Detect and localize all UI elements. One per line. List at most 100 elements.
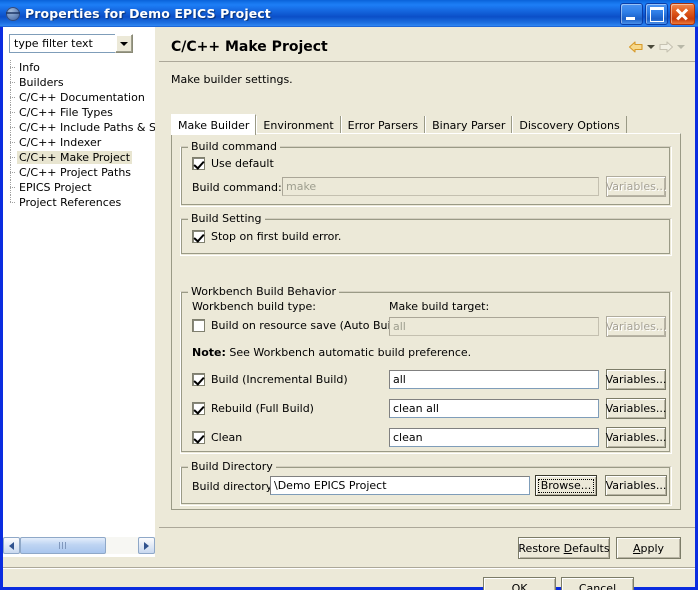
- clean-target-value: clean: [393, 431, 423, 444]
- cancel-button[interactable]: Cancel: [561, 577, 634, 590]
- tab-strip: Make Builder Environment Error Parsers Bina…: [171, 114, 681, 135]
- use-default-checkbox[interactable]: [192, 157, 205, 170]
- sidebar-item-builders[interactable]: Builders: [3, 75, 155, 90]
- tab-environment[interactable]: Environment: [256, 116, 341, 134]
- sidebar-item-c-c-include-paths-s[interactable]: C/C++ Include Paths & S·: [3, 120, 155, 135]
- minimize-button[interactable]: [620, 2, 643, 25]
- workbench-build-type-label: Workbench build type:: [192, 300, 316, 313]
- sidebar-item-project-references[interactable]: Project References: [3, 195, 155, 210]
- tab-label: Binary Parser: [432, 118, 506, 132]
- sidebar-item-c-c-make-project[interactable]: C/C++ Make Project: [3, 150, 155, 165]
- dialog-client-area: type filter text Info Builders C/C++ Docum…: [3, 27, 695, 590]
- properties-dialog-window: Properties for Demo EPICS Project type f…: [0, 0, 698, 590]
- tree-horizontal-scrollbar[interactable]: [3, 537, 155, 554]
- restore-defaults-button[interactable]: Restore Defaults: [518, 537, 610, 559]
- auto-build-variables-button: Variables...: [606, 316, 666, 337]
- rebuild-full-build-label: Rebuild (Full Build): [211, 402, 314, 415]
- build-incremental-build-target-input[interactable]: all: [389, 370, 599, 389]
- auto-build-checkbox[interactable]: [192, 319, 205, 332]
- sidebar-item-label: EPICS Project: [19, 181, 92, 194]
- build-incremental-build-checkbox[interactable]: [192, 373, 205, 386]
- build-incremental-build-label: Build (Incremental Build): [211, 373, 348, 386]
- scroll-right-arrow-icon[interactable]: [138, 537, 155, 554]
- stop-on-error-label: Stop on first build error.: [211, 230, 342, 243]
- page-description: Make builder settings.: [171, 73, 293, 86]
- rebuild-full-build-checkbox-row[interactable]: Rebuild (Full Build): [192, 402, 314, 415]
- build-directory-label: Build directory:: [192, 480, 276, 493]
- clean-checkbox[interactable]: [192, 431, 205, 444]
- sidebar-item-c-c-file-types[interactable]: C/C++ File Types: [3, 105, 155, 120]
- back-dropdown-icon[interactable]: [647, 45, 655, 49]
- build-directory-variables-label: Variables...: [605, 479, 667, 492]
- auto-build-checkbox-row[interactable]: Build on resource save (Auto Build): [192, 319, 405, 332]
- clean-checkbox-row[interactable]: Clean: [192, 431, 242, 444]
- page-header: C/C++ Make Project: [159, 33, 695, 61]
- stop-on-error-checkbox[interactable]: [192, 230, 205, 243]
- tab-label: Make Builder: [178, 118, 250, 132]
- auto-build-target-input: all: [389, 317, 599, 336]
- tab-discovery-options[interactable]: Discovery Options: [512, 116, 627, 134]
- build-command-input: make: [282, 177, 599, 196]
- settings-tree[interactable]: Info Builders C/C++ Documentation C/C++ Fil…: [3, 60, 155, 530]
- workbench-build-behavior-group: Workbench Build Behavior Workbench build…: [180, 285, 672, 454]
- browse-button-label: Browse...: [537, 478, 595, 493]
- tree-dash: [10, 82, 15, 83]
- window-title: Properties for Demo EPICS Project: [25, 6, 271, 21]
- scrollbar-track[interactable]: [20, 537, 138, 554]
- build-setting-group-title: Build Setting: [188, 212, 265, 225]
- sidebar-item-epics-project[interactable]: EPICS Project: [3, 180, 155, 195]
- ok-button[interactable]: OK: [483, 577, 556, 590]
- tab-error-parsers[interactable]: Error Parsers: [340, 116, 426, 134]
- auto-build-label: Build on resource save (Auto Build): [211, 319, 405, 332]
- clean-target-input[interactable]: clean: [389, 428, 599, 447]
- window-controls: [620, 2, 695, 25]
- footer-divider-top: [159, 527, 695, 528]
- ok-button-label: OK: [511, 581, 528, 590]
- build-directory-input-value: \Demo EPICS Project: [274, 479, 387, 492]
- rebuild-full-build-variables-button[interactable]: Variables...: [606, 398, 666, 419]
- cancel-button-label: Cancel: [578, 581, 617, 590]
- sidebar-item-c-c-project-paths[interactable]: C/C++ Project Paths: [3, 165, 155, 180]
- scrollbar-thumb[interactable]: [20, 537, 106, 554]
- tree-dash: [10, 172, 15, 173]
- build-incremental-build-variables-button[interactable]: Variables...: [606, 369, 666, 390]
- rebuild-full-build-checkbox[interactable]: [192, 402, 205, 415]
- filter-dropdown-button[interactable]: [115, 34, 133, 53]
- sidebar-item-label: Info: [19, 61, 40, 74]
- clean-variables-button[interactable]: Variables...: [606, 427, 666, 448]
- sidebar-item-info[interactable]: Info: [3, 60, 155, 75]
- browse-button[interactable]: Browse...: [535, 475, 597, 496]
- tree-dash: [10, 202, 15, 203]
- build-directory-input[interactable]: \Demo EPICS Project: [270, 476, 530, 495]
- globe-icon: [5, 6, 21, 22]
- make-build-target-label: Make build target:: [389, 300, 490, 313]
- scroll-left-arrow-icon[interactable]: [3, 537, 20, 554]
- build-directory-group-title: Build Directory: [188, 460, 276, 473]
- build-directory-group: Build Directory Build directory: \Demo E…: [180, 460, 672, 506]
- tab-binary-parser[interactable]: Binary Parser: [425, 116, 513, 134]
- maximize-button[interactable]: [645, 2, 668, 25]
- build-command-group-title: Build command: [188, 140, 281, 153]
- build-command-group: Build command Use default Build command:…: [180, 140, 672, 207]
- build-incremental-build-variables-label: Variables...: [605, 373, 667, 386]
- title-bar: Properties for Demo EPICS Project: [0, 0, 698, 27]
- auto-build-variables-label: Variables...: [605, 320, 667, 333]
- apply-button[interactable]: Apply: [616, 537, 681, 559]
- build-directory-variables-button[interactable]: Variables...: [605, 475, 667, 496]
- use-default-checkbox-row[interactable]: Use default: [192, 157, 274, 170]
- sidebar-item-c-c-indexer[interactable]: C/C++ Indexer: [3, 135, 155, 150]
- rebuild-full-build-target-input[interactable]: clean all: [389, 399, 599, 418]
- tab-panel-make-builder: Build command Use default Build command:…: [171, 133, 681, 510]
- sidebar-item-label: C/C++ Documentation: [19, 91, 145, 104]
- apply-label: Apply: [632, 541, 665, 555]
- sidebar-item-label: C/C++ File Types: [19, 106, 113, 119]
- sidebar-item-c-c-documentation[interactable]: C/C++ Documentation: [3, 90, 155, 105]
- close-button[interactable]: [670, 2, 695, 25]
- tab-label: Error Parsers: [347, 118, 419, 132]
- back-arrow-icon[interactable]: [628, 40, 644, 54]
- note-text: See Workbench automatic build preference…: [229, 346, 472, 359]
- sidebar-item-label: Project References: [19, 196, 122, 209]
- stop-on-error-checkbox-row[interactable]: Stop on first build error.: [192, 230, 341, 243]
- tab-make-builder[interactable]: Make Builder: [171, 114, 257, 135]
- build-incremental-build-checkbox-row[interactable]: Build (Incremental Build): [192, 373, 348, 386]
